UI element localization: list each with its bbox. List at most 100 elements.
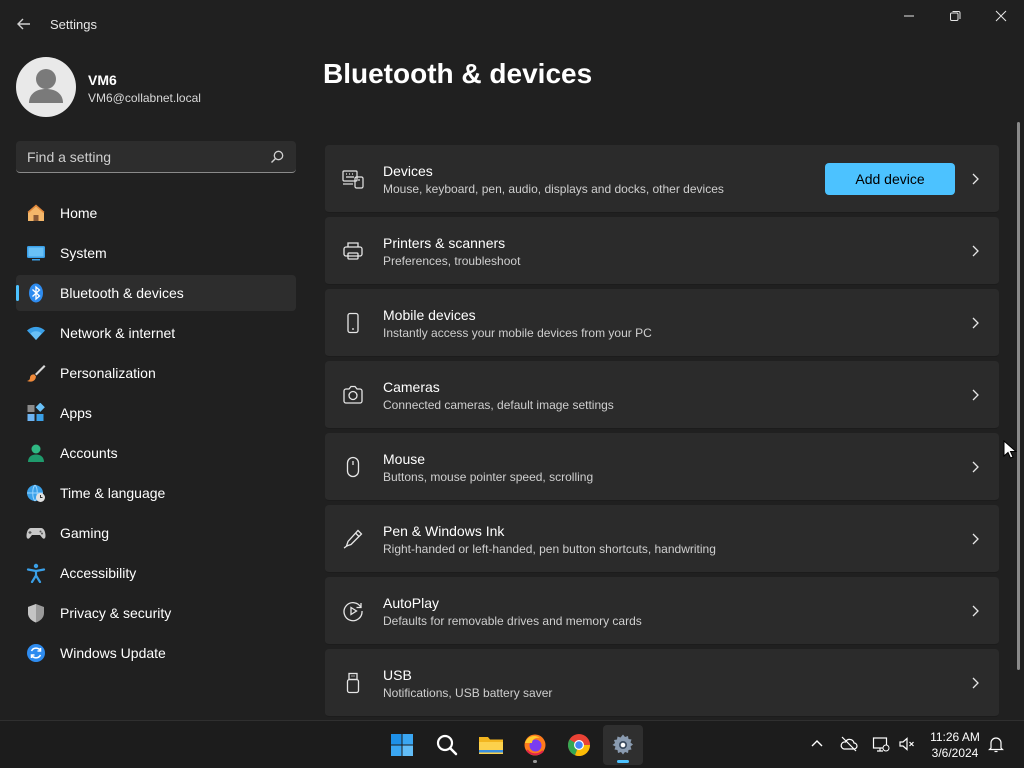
add-device-button[interactable]: Add device [825, 163, 955, 195]
minimize-button[interactable] [886, 0, 932, 32]
user-email: VM6@collabnet.local [88, 91, 201, 105]
firefox-button[interactable] [515, 725, 555, 765]
notification-icon[interactable] [987, 735, 1005, 753]
chevron-right-icon [972, 389, 979, 401]
usb-icon [346, 672, 360, 694]
chevron-right-icon [972, 317, 979, 329]
chevron-right-icon [972, 173, 979, 185]
close-button[interactable] [978, 0, 1024, 32]
wifi-icon [27, 326, 45, 340]
card-description: Defaults for removable drives and memory… [383, 614, 642, 628]
sidebar-item-accessibility[interactable]: Accessibility [16, 555, 296, 591]
update-icon [27, 644, 45, 662]
mouse-cursor-icon [1003, 440, 1017, 459]
accessibility-icon [26, 563, 46, 583]
scrollbar[interactable] [1017, 122, 1020, 670]
maximize-button[interactable] [932, 0, 978, 32]
search-input[interactable]: Find a setting [16, 141, 296, 173]
clock-time: 11:26 AM [930, 730, 980, 744]
card-description: Mouse, keyboard, pen, audio, displays an… [383, 182, 724, 196]
onedrive-icon[interactable] [840, 735, 858, 753]
sidebar-item-label: Time & language [60, 485, 166, 501]
sidebar-item-accounts[interactable]: Accounts [16, 435, 296, 471]
restore-icon [950, 11, 961, 21]
chevron-right-icon [972, 605, 979, 617]
sidebar-item-label: Personalization [60, 365, 156, 381]
chevron-right-icon [972, 461, 979, 473]
card-description: Buttons, mouse pointer speed, scrolling [383, 470, 594, 484]
sidebar-item-system[interactable]: System [16, 235, 296, 271]
sidebar-nav: Home System Bluetooth & devices Network … [16, 195, 296, 675]
sidebar-item-label: Windows Update [60, 645, 166, 661]
clock[interactable]: 11:26 AM 3/6/2024 [922, 729, 988, 761]
card-usb[interactable]: USB Notifications, USB battery saver [325, 649, 999, 717]
settings-icon [612, 734, 633, 755]
card-mobile-devices[interactable]: Mobile devices Instantly access your mob… [325, 289, 999, 357]
taskbar-search-button[interactable] [427, 725, 467, 765]
card-mouse[interactable]: Mouse Buttons, mouse pointer speed, scro… [325, 433, 999, 501]
settings-taskbar-button[interactable] [603, 725, 643, 765]
app-title: Settings [50, 17, 97, 32]
network-icon[interactable] [872, 735, 890, 753]
card-devices[interactable]: Devices Mouse, keyboard, pen, audio, dis… [325, 145, 999, 213]
file-explorer-icon [479, 737, 503, 754]
card-title: Cameras [383, 379, 440, 395]
chevron-right-icon [972, 245, 979, 257]
running-indicator [533, 760, 537, 763]
sidebar-item-label: Bluetooth & devices [60, 285, 184, 301]
settings-card-list: Devices Mouse, keyboard, pen, audio, dis… [325, 145, 999, 721]
sidebar-item-privacy[interactable]: Privacy & security [16, 595, 296, 631]
chevron-right-icon [972, 677, 979, 689]
sidebar-item-label: Gaming [60, 525, 110, 541]
sidebar-item-gaming[interactable]: Gaming [16, 515, 296, 551]
sidebar-item-windows-update[interactable]: Windows Update [16, 635, 296, 671]
shield-icon [28, 604, 44, 623]
chrome-icon [567, 734, 591, 757]
card-description: Notifications, USB battery saver [383, 686, 553, 700]
sidebar-item-label: Network & internet [60, 325, 176, 341]
gamepad-icon [26, 528, 46, 539]
sidebar-item-personalization[interactable]: Personalization [16, 355, 296, 391]
brush-icon [27, 365, 46, 382]
card-title: Mobile devices [383, 307, 476, 323]
globe-clock-icon [27, 484, 45, 502]
system-icon [27, 246, 45, 261]
card-printers-scanners[interactable]: Printers & scanners Preferences, trouble… [325, 217, 999, 285]
apps-icon [27, 403, 45, 421]
card-description: Preferences, troubleshoot [383, 254, 521, 268]
phone-icon [347, 312, 359, 334]
camera-icon [343, 385, 363, 404]
sidebar-item-label: Accessibility [60, 565, 137, 581]
sidebar-item-time-language[interactable]: Time & language [16, 475, 296, 511]
chevron-up-icon[interactable] [808, 735, 826, 753]
devices-icon [342, 170, 364, 189]
start-button[interactable] [382, 725, 422, 765]
sidebar-item-home[interactable]: Home [16, 195, 296, 231]
card-pen-windows-ink[interactable]: Pen & Windows Ink Right-handed or left-h… [325, 505, 999, 573]
chevron-right-icon [972, 533, 979, 545]
chrome-button[interactable] [559, 725, 599, 765]
search-placeholder: Find a setting [27, 149, 112, 165]
card-title: Mouse [383, 451, 426, 467]
card-title: Printers & scanners [383, 235, 506, 251]
sidebar-item-label: Home [60, 205, 98, 221]
back-button[interactable] [12, 12, 36, 36]
start-icon [391, 734, 413, 756]
clock-date: 3/6/2024 [931, 746, 979, 760]
sidebar-item-bluetooth-devices[interactable]: Bluetooth & devices [16, 275, 296, 311]
file-explorer-button[interactable] [471, 725, 511, 765]
accounts-icon [28, 444, 44, 462]
mouse-icon [346, 456, 360, 478]
avatar[interactable] [16, 57, 76, 117]
card-autoplay[interactable]: AutoPlay Defaults for removable drives a… [325, 577, 999, 645]
search-icon [436, 734, 458, 756]
sidebar-item-network[interactable]: Network & internet [16, 315, 296, 351]
card-cameras[interactable]: Cameras Connected cameras, default image… [325, 361, 999, 429]
sidebar-item-apps[interactable]: Apps [16, 395, 296, 431]
card-title: AutoPlay [383, 595, 440, 611]
card-description: Right-handed or left-handed, pen button … [383, 542, 716, 556]
card-description: Instantly access your mobile devices fro… [383, 326, 652, 340]
volume-muted-icon[interactable] [898, 735, 916, 753]
active-indicator [617, 760, 629, 763]
title-bar: Settings [0, 0, 1024, 48]
